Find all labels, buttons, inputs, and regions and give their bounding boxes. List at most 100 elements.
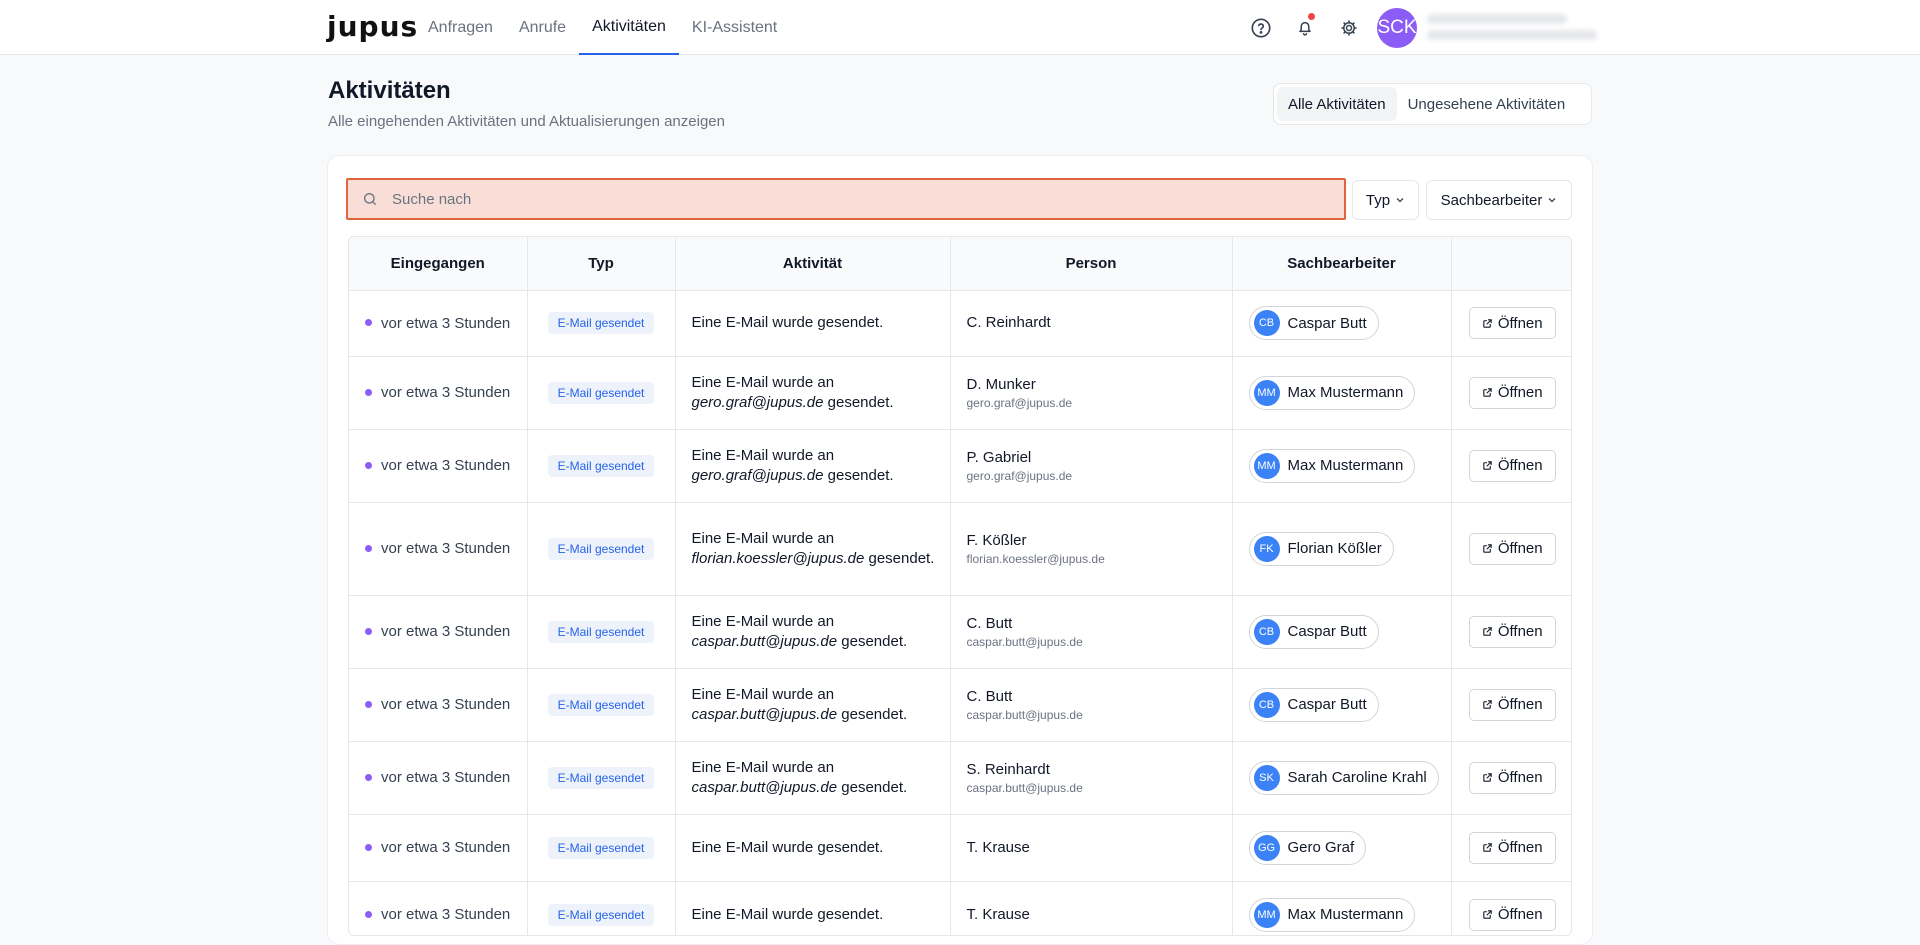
type-badge: E-Mail gesendet xyxy=(547,312,655,334)
table-header-row: Eingegangen Typ Aktivität Person Sachbea… xyxy=(349,237,1571,291)
open-button-label: Öffnen xyxy=(1497,314,1543,332)
app-logo[interactable]: jupus xyxy=(327,10,418,43)
search-icon xyxy=(362,190,380,208)
agent-name: Caspar Butt xyxy=(1287,623,1367,640)
nav-item-aktivitaeten[interactable]: Aktivitäten xyxy=(579,0,679,55)
activity-text-suffix: gesendet. xyxy=(827,466,894,484)
external-link-icon xyxy=(1483,843,1492,852)
activity-text-suffix: gesendet. xyxy=(868,549,935,567)
person-name: D. Munker xyxy=(966,375,1036,393)
agent-avatar: CB xyxy=(1253,618,1280,645)
person-cell: D. Munker gero.graf@jupus.de xyxy=(950,356,1233,430)
received-cell: vor etwa 3 Stunden xyxy=(349,814,528,882)
unread-dot xyxy=(365,319,372,327)
agent-chip[interactable]: CB Caspar Butt xyxy=(1248,306,1379,340)
agent-avatar: MM xyxy=(1253,901,1280,928)
open-button[interactable]: Öffnen xyxy=(1468,307,1556,339)
table-row[interactable]: vor etwa 3 Stunden E-Mail gesendet Eine E-… xyxy=(349,356,1571,430)
table-row[interactable]: vor etwa 3 Stunden E-Mail gesendet Eine E-… xyxy=(349,429,1571,503)
table-row[interactable]: vor etwa 3 Stunden E-Mail gesendet Eine E-… xyxy=(349,668,1571,742)
activity-text: Eine E-Mail wurde an xyxy=(691,612,835,630)
nav-item-anfragen[interactable]: Anfragen xyxy=(415,0,506,55)
person-name: C. Butt xyxy=(966,614,1013,632)
agent-chip[interactable]: MM Max Mustermann xyxy=(1248,375,1416,410)
tab-ungesehene-aktivitaeten[interactable]: Ungesehene Aktivitäten xyxy=(1397,87,1577,121)
user-avatar[interactable]: SCK xyxy=(1377,8,1417,48)
agent-avatar: FK xyxy=(1253,535,1280,562)
open-button[interactable]: Öffnen xyxy=(1468,688,1556,721)
external-link-icon xyxy=(1483,388,1492,397)
table-row[interactable]: vor etwa 3 Stunden E-Mail gesendet Eine E-… xyxy=(349,502,1571,596)
table-row[interactable]: vor etwa 3 Stunden E-Mail gesendet Eine E-… xyxy=(349,595,1571,669)
type-cell: E-Mail gesendet xyxy=(527,881,676,935)
nav-item-anrufe[interactable]: Anrufe xyxy=(506,0,579,55)
table-row[interactable]: vor etwa 3 Stunden E-Mail gesendet Eine E-… xyxy=(349,741,1571,815)
activity-email: caspar.butt@jupus.de xyxy=(691,778,838,796)
person-name: S. Reinhardt xyxy=(966,760,1050,778)
type-cell: E-Mail gesendet xyxy=(527,595,676,669)
activity-cell: Eine E-Mail wurde an caspar.butt@jupus.d… xyxy=(675,595,951,669)
type-cell: E-Mail gesendet xyxy=(527,741,676,815)
activity-text: Eine E-Mail wurde an xyxy=(691,685,835,703)
type-badge: E-Mail gesendet xyxy=(547,537,655,560)
open-button[interactable]: Öffnen xyxy=(1468,376,1556,409)
activity-text-suffix: gesendet. xyxy=(841,705,908,723)
table-row[interactable]: vor etwa 3 Stunden E-Mail gesendet Eine E-… xyxy=(349,814,1571,882)
search-input[interactable] xyxy=(392,190,1292,208)
actions-cell: Öffnen xyxy=(1451,814,1571,882)
column-header-typ[interactable]: Typ xyxy=(527,237,676,291)
agent-name: Max Mustermann xyxy=(1287,457,1404,474)
agent-chip[interactable]: FK Florian Kößler xyxy=(1248,531,1394,566)
agent-name: Max Mustermann xyxy=(1287,906,1404,923)
agent-chip[interactable]: MM Max Mustermann xyxy=(1248,897,1416,932)
agent-chip[interactable]: MM Max Mustermann xyxy=(1248,448,1416,483)
table-row[interactable]: vor etwa 3 Stunden E-Mail gesendet Eine E-… xyxy=(349,881,1571,935)
open-button-label: Öffnen xyxy=(1497,540,1543,557)
open-button-label: Öffnen xyxy=(1497,769,1543,786)
nav-item-ki-assistent[interactable]: KI-Assistent xyxy=(679,0,790,55)
agent-filter-dropdown[interactable]: Sachbearbeiter xyxy=(1426,180,1572,220)
type-badge: E-Mail gesendet xyxy=(547,381,655,404)
gear-icon[interactable] xyxy=(1333,12,1365,44)
type-cell: E-Mail gesendet xyxy=(527,356,676,430)
column-header-eingegangen[interactable]: Eingegangen xyxy=(349,237,528,291)
open-button[interactable]: Öffnen xyxy=(1468,898,1556,931)
actions-cell: Öffnen xyxy=(1451,741,1571,815)
open-button[interactable]: Öffnen xyxy=(1468,831,1556,864)
bell-icon[interactable] xyxy=(1289,12,1321,44)
type-filter-dropdown[interactable]: Typ xyxy=(1352,180,1419,220)
person-cell: F. Kößler florian.koessler@jupus.de xyxy=(950,502,1233,596)
column-header-person[interactable]: Person xyxy=(950,237,1233,291)
type-badge: E-Mail gesendet xyxy=(547,620,655,643)
person-cell: T. Krause xyxy=(950,814,1233,882)
help-icon[interactable] xyxy=(1245,12,1277,44)
actions-cell: Öffnen xyxy=(1451,881,1571,935)
received-time: vor etwa 3 Stunden xyxy=(381,769,511,786)
activity-cell: Eine E-Mail wurde gesendet. xyxy=(675,290,951,357)
table-row[interactable]: vor etwa 3 Stunden E-Mail gesendet Eine E-… xyxy=(349,290,1571,357)
external-link-icon xyxy=(1483,910,1492,919)
activity-cell: Eine E-Mail wurde an caspar.butt@jupus.d… xyxy=(675,668,951,742)
notification-dot xyxy=(1308,13,1315,20)
open-button[interactable]: Öffnen xyxy=(1468,615,1556,648)
actions-cell: Öffnen xyxy=(1451,595,1571,669)
received-time: vor etwa 3 Stunden xyxy=(381,457,511,474)
agent-cell: GG Gero Graf xyxy=(1232,814,1452,882)
open-button-label: Öffnen xyxy=(1497,696,1543,713)
activity-email: caspar.butt@jupus.de xyxy=(691,705,838,723)
agent-chip[interactable]: CB Caspar Butt xyxy=(1248,614,1379,649)
person-email: caspar.butt@jupus.de xyxy=(966,780,1083,795)
open-button[interactable]: Öffnen xyxy=(1468,449,1556,482)
activity-filter-tabs: Alle Aktivitäten Ungesehene Aktivitäten xyxy=(1273,83,1592,125)
column-header-sachbearbeiter[interactable]: Sachbearbeiter xyxy=(1232,237,1452,291)
open-button[interactable]: Öffnen xyxy=(1468,761,1556,794)
tab-alle-aktivitaeten[interactable]: Alle Aktivitäten xyxy=(1277,87,1397,121)
agent-chip[interactable]: CB Caspar Butt xyxy=(1248,687,1379,722)
unread-dot xyxy=(365,544,372,552)
agent-chip[interactable]: SK Sarah Caroline Krahl xyxy=(1248,760,1439,795)
agent-chip[interactable]: GG Gero Graf xyxy=(1248,830,1367,865)
column-header-aktivitaet[interactable]: Aktivität xyxy=(675,237,951,291)
received-time: vor etwa 3 Stunden xyxy=(381,540,511,557)
open-button[interactable]: Öffnen xyxy=(1468,532,1556,565)
open-button-label: Öffnen xyxy=(1497,457,1543,474)
